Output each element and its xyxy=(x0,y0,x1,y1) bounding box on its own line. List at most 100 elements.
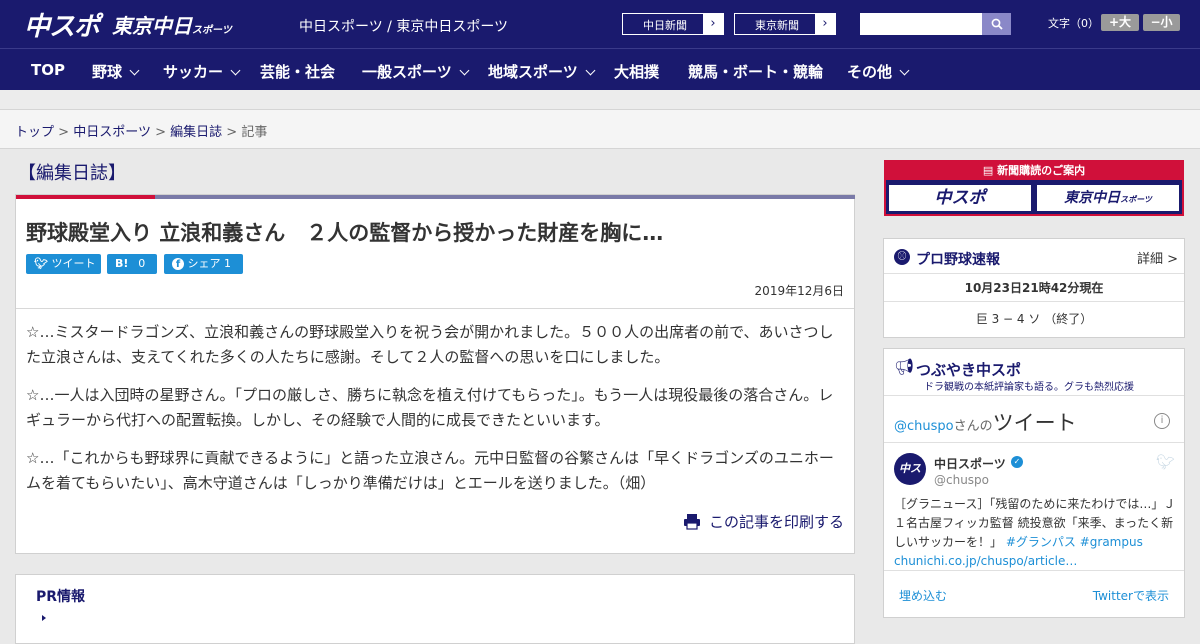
nav-label: 大相撲 xyxy=(614,63,660,81)
article-date: 2019年12月6日 xyxy=(754,284,844,298)
tweet-button[interactable]: 🐦︎ ツイート xyxy=(26,254,101,274)
breadcrumb-sep: > xyxy=(155,125,166,140)
nav-label: その他 xyxy=(847,63,893,81)
facebook-icon: f xyxy=(172,258,184,270)
twitter-bird-icon[interactable]: 🐦︎ xyxy=(1156,453,1175,471)
tokyo-chunichi-logo-text: 東京中日 xyxy=(112,14,192,38)
nav-item-top[interactable]: TOP xyxy=(31,61,65,79)
nav-item-sumo[interactable]: 大相撲 xyxy=(614,61,659,82)
nav-item-other[interactable]: その他 xyxy=(847,61,910,82)
chevron-down-icon xyxy=(129,65,140,76)
triangle-right-icon xyxy=(42,615,46,621)
breadcrumb-top[interactable]: トップ xyxy=(15,125,54,140)
tokyo-shimbun-link[interactable]: 東京新聞 › xyxy=(734,13,836,35)
avatar[interactable]: 中ス xyxy=(894,453,926,485)
category-title: 【編集日誌】 xyxy=(18,163,126,184)
tweet-link[interactable]: chunichi.co.jp/chuspo/article… xyxy=(894,554,1077,568)
chunichi-shimbun-link[interactable]: 中日新聞 › xyxy=(622,13,724,35)
search-input[interactable] xyxy=(860,13,982,35)
title-accent-line xyxy=(155,195,855,199)
article-paragraph: ☆…一人は入団時の星野さん。「プロの厳しさ、勝ちに執念を植え付けてもらった」。も… xyxy=(26,386,834,429)
breadcrumb-current: 記事 xyxy=(241,125,268,140)
subscription-banner[interactable]: ▤ 新聞購読のご案内 中スポ 東京中日スポーツ xyxy=(884,160,1184,216)
tweets-by-handle[interactable]: @chuspo xyxy=(894,419,954,434)
nav-item-soccer[interactable]: サッカー xyxy=(163,61,241,82)
baseball-scores-box: ⚾︎ プロ野球速報 詳細 > 10月23日21時42分現在 巨 3 − 4 ソ … xyxy=(883,238,1185,338)
nav-label: 地域スポーツ xyxy=(488,63,578,81)
facebook-share-label: シェア xyxy=(187,257,221,270)
facebook-share-count: 1 xyxy=(224,257,231,270)
chevron-down-icon xyxy=(459,65,470,76)
chuspo-logo[interactable]: 中スポ xyxy=(24,6,100,43)
font-bigger-button[interactable]: +大 xyxy=(1101,14,1139,31)
breadcrumb-chunichi[interactable]: 中日スポーツ xyxy=(73,125,151,140)
nav-item-entertainment[interactable]: 芸能・社会 xyxy=(260,61,335,82)
embed-link[interactable]: 埋め込む xyxy=(899,587,947,604)
baseball-icon: ⚾︎ xyxy=(894,249,910,265)
breadcrumb-sep: > xyxy=(58,125,70,140)
print-label: この記事を印刷する xyxy=(708,513,844,531)
subscription-header: ▤ 新聞購読のご案内 xyxy=(886,162,1182,180)
tokyo-chunichi-logo[interactable]: 東京中日スポーツ xyxy=(112,10,232,39)
hatena-icon: B! xyxy=(115,257,129,270)
subscribe-tokyo-logo[interactable]: 東京中日スポーツ xyxy=(1036,184,1180,212)
divider xyxy=(884,301,1184,302)
nav-label: サッカー xyxy=(163,63,224,81)
hatena-bookmark-button[interactable]: B! 0 xyxy=(107,254,157,274)
subscription-header-label: 新聞購読のご案内 xyxy=(997,164,1086,177)
tokyo-shimbun-label: 東京新聞 xyxy=(755,19,799,32)
chevron-down-icon xyxy=(230,65,241,76)
nav-item-racing[interactable]: 競馬・ボート・競輪 xyxy=(688,61,823,82)
nav-item-general-sports[interactable]: 一般スポーツ xyxy=(362,61,470,82)
site-names: 中日スポーツ / 東京中日スポーツ xyxy=(299,19,509,35)
divider xyxy=(884,395,1184,396)
print-article-link[interactable]: この記事を印刷する xyxy=(683,511,844,532)
info-icon[interactable]: i xyxy=(1154,413,1170,429)
newspaper-icon: ▤ xyxy=(982,164,994,177)
baseball-score[interactable]: 巨 3 − 4 ソ （終了） xyxy=(884,310,1184,327)
megaphone-icon: 📢︎ xyxy=(894,357,915,376)
nav-label: 一般スポーツ xyxy=(362,63,452,81)
nav-label: 芸能・社会 xyxy=(260,63,336,81)
twitter-bird-icon: 🐦︎ xyxy=(34,257,48,270)
header-stripe xyxy=(0,90,1200,110)
title-accent-red xyxy=(16,195,155,199)
pr-title: PR情報 xyxy=(36,589,86,605)
subscribe-chuspo-logo[interactable]: 中スポ xyxy=(888,184,1032,212)
chunichi-shimbun-label: 中日新聞 xyxy=(643,19,687,32)
tweet-hashtags[interactable]: #グランパス #grampus xyxy=(1006,535,1143,549)
baseball-title: プロ野球速報 xyxy=(916,252,1000,268)
nav-item-baseball[interactable]: 野球 xyxy=(92,61,140,82)
facebook-share-button[interactable]: f シェア 1 xyxy=(164,254,243,274)
article-body: ☆…ミスタードラゴンズ、立浪和義さんの野球殿堂入りを祝う会が開かれました。５００… xyxy=(26,320,846,509)
account-handle[interactable]: @chuspo xyxy=(934,473,989,487)
font-size-label: 文字（0） xyxy=(1048,17,1099,30)
article-paragraph: ☆…「これからも野球界に貢献できるように」と語った立浪さん。元中日監督の谷繁さん… xyxy=(26,449,834,492)
printer-icon xyxy=(683,514,700,530)
tweets-by-suffix: さんの xyxy=(953,419,993,434)
view-on-twitter-link[interactable]: Twitterで表示 xyxy=(1093,587,1169,604)
account-name[interactable]: 中日スポーツ xyxy=(934,455,1006,472)
tweets-by-word: ツイート xyxy=(992,411,1077,435)
nav-item-local-sports[interactable]: 地域スポーツ xyxy=(488,61,596,82)
tweets-by-heading: @chuspoさんのツイート xyxy=(894,407,1077,437)
article: 野球殿堂入り 立浪和義さん ２人の監督から授かった財産を胸に… 🐦︎ ツイート … xyxy=(15,194,855,554)
main-nav: TOP 野球 サッカー 芸能・社会 一般スポーツ 地域スポーツ 大相撲 競馬・ボ… xyxy=(0,48,1200,90)
divider xyxy=(16,308,854,309)
nav-label: 競馬・ボート・競輪 xyxy=(688,63,824,81)
breadcrumb-sep: > xyxy=(226,125,238,140)
article-paragraph: ☆…ミスタードラゴンズ、立浪和義さんの野球殿堂入りを祝う会が開かれました。５００… xyxy=(26,323,834,366)
divider xyxy=(884,442,1184,443)
search-button[interactable] xyxy=(982,13,1011,35)
breadcrumb-category[interactable]: 編集日誌 xyxy=(170,125,222,140)
pr-section: PR情報 xyxy=(15,574,855,644)
tweet-label: ツイート xyxy=(51,257,96,270)
chevron-down-icon xyxy=(899,65,910,76)
chevron-right-icon: › xyxy=(703,14,723,34)
baseball-updated: 10月23日21時42分現在 xyxy=(964,281,1104,295)
chevron-down-icon xyxy=(585,65,596,76)
twitter-box: 📢︎ つぶやき中スポ ドラ観戦の本紙評論家も語る。グラも熱烈応援 @chuspo… xyxy=(883,348,1185,618)
font-smaller-button[interactable]: −小 xyxy=(1143,14,1180,31)
baseball-detail-link[interactable]: 詳細 > xyxy=(1137,248,1178,267)
chevron-right-icon: › xyxy=(815,14,835,34)
